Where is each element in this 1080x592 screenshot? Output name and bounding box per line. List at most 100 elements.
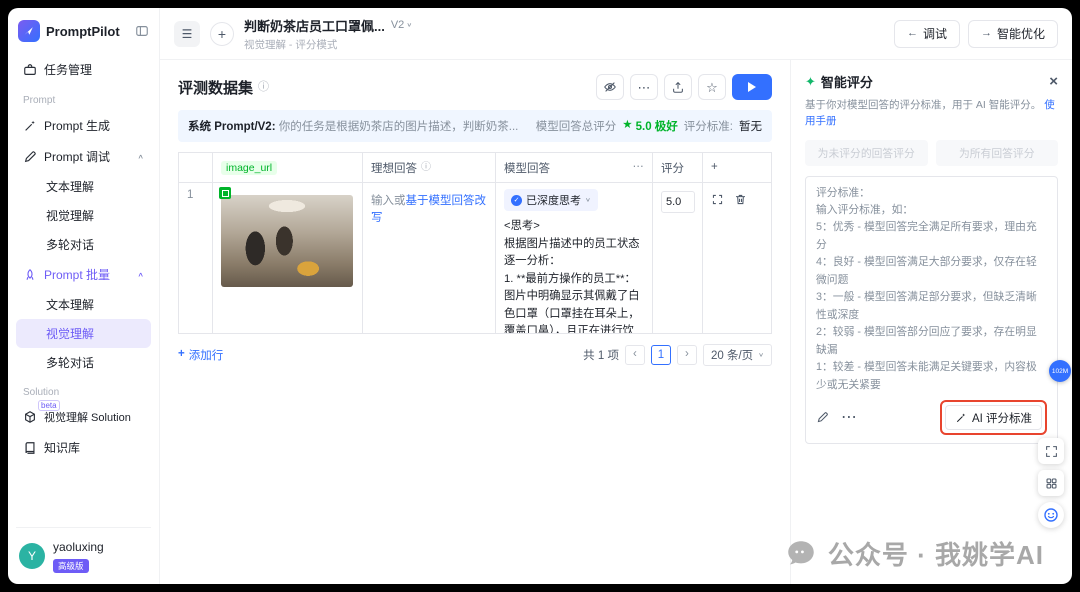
sidebar-subitem-debug-multiturn[interactable]: 多轮对话 bbox=[16, 230, 151, 259]
image-cell[interactable] bbox=[213, 183, 363, 333]
plan-badge: 高级版 bbox=[53, 559, 89, 573]
smart-scoring-panel: 智能评分 基于你对模型回答的评分标准，用于 AI 智能评分。 使用手册 为未评分… bbox=[790, 60, 1072, 584]
criteria-line: 2：较弱 - 模型回答部分回应了要求，存在明显缺漏 bbox=[816, 324, 1047, 359]
sidebar-subitem-debug-text[interactable]: 文本理解 bbox=[16, 172, 151, 201]
sidebar-subitem-debug-vision[interactable]: 视觉理解 bbox=[16, 201, 151, 230]
row-actions-cell bbox=[703, 183, 771, 333]
ai-criteria-button[interactable]: AI 评分标准 bbox=[945, 405, 1042, 430]
sidebar-item-prompt-batch[interactable]: Prompt 批量 bbox=[16, 259, 151, 290]
hide-columns-button[interactable] bbox=[596, 74, 624, 100]
chevron-down-icon bbox=[406, 21, 412, 29]
fullscreen-icon[interactable] bbox=[1038, 438, 1064, 464]
arrow-right-icon bbox=[981, 28, 992, 39]
system-prompt-bar[interactable]: 系统 Prompt/V2: 你的任务是根据奶茶店的图片描述，判断奶茶... 模型… bbox=[178, 110, 772, 142]
sidebar-collapse-icon[interactable] bbox=[135, 24, 149, 38]
info-icon bbox=[258, 82, 269, 93]
score-all-button[interactable]: 为所有回答评分 bbox=[936, 140, 1059, 166]
image-expand-icon[interactable] bbox=[219, 187, 231, 199]
debug-button[interactable]: 调试 bbox=[894, 20, 960, 48]
sidebar-item-label: 知识库 bbox=[44, 439, 80, 456]
sidebar-item-knowledge-base[interactable]: 知识库 bbox=[16, 432, 151, 463]
star-icon bbox=[622, 120, 632, 132]
answer-line: 根据图片描述中的员工状态逐一分析： bbox=[504, 236, 644, 271]
user-account[interactable]: Y yaoluxing 高级版 bbox=[16, 527, 151, 576]
deep-thinking-label: 已深度思考 bbox=[526, 192, 581, 208]
sidebar-item-task-management[interactable]: 任务管理 bbox=[16, 54, 151, 85]
model-answer-cell[interactable]: 已深度思考 <思考> 根据图片描述中的员工状态逐一分析： 1. **最前方操作的… bbox=[496, 183, 653, 333]
sidebar-subitem-batch-vision[interactable]: 视觉理解 bbox=[16, 319, 151, 348]
expand-row-icon[interactable] bbox=[711, 193, 724, 206]
column-ideal-answer[interactable]: 理想回答 bbox=[363, 153, 496, 182]
add-column-button[interactable] bbox=[703, 153, 771, 182]
page-1-button[interactable]: 1 bbox=[651, 345, 671, 365]
image-url-tag: image_url bbox=[221, 161, 277, 175]
edit-criteria-icon[interactable] bbox=[816, 411, 829, 424]
menu-icon[interactable] bbox=[174, 21, 200, 47]
run-button[interactable] bbox=[732, 74, 772, 100]
column-model-answer[interactable]: 模型回答 bbox=[496, 153, 653, 182]
next-page-button[interactable] bbox=[677, 345, 697, 365]
arrow-left-icon bbox=[907, 28, 918, 39]
dataset-section: 评测数据集 bbox=[160, 60, 790, 584]
table-row: 1 输入或基于模型回答改写 bbox=[179, 183, 771, 333]
main-region: 判断奶茶店员工口罩佩... V2 视觉理解 - 评分模式 调试 智能优化 bbox=[160, 8, 1072, 584]
app-title: PromptPilot bbox=[46, 24, 129, 39]
debug-button-label: 调试 bbox=[923, 25, 947, 42]
score-unscored-button[interactable]: 为未评分的回答评分 bbox=[805, 140, 928, 166]
promo-badge[interactable]: 102M bbox=[1049, 360, 1071, 382]
total-score-label: 模型回答总评分 bbox=[536, 118, 617, 134]
sidebar-item-prompt-debug[interactable]: Prompt 调试 bbox=[16, 141, 151, 172]
score-input[interactable] bbox=[661, 191, 695, 213]
sidebar-item-vision-solution[interactable]: beta 视觉理解 Solution bbox=[16, 402, 151, 432]
wand-icon bbox=[23, 119, 37, 133]
column-score[interactable]: 评分 bbox=[653, 153, 703, 182]
delete-row-icon[interactable] bbox=[734, 193, 747, 206]
close-panel-icon[interactable] bbox=[1049, 74, 1058, 89]
prev-page-button[interactable] bbox=[625, 345, 645, 365]
criteria-line: 1：较差 - 模型回答未能满足关键要求，内容极少或无关紧要 bbox=[816, 359, 1047, 394]
table-header: image_url 理想回答 模型回答 评分 bbox=[179, 153, 771, 183]
version-dropdown[interactable]: V2 bbox=[391, 19, 412, 31]
support-smiley-icon[interactable] bbox=[1038, 502, 1064, 528]
sidebar-section-prompt: Prompt bbox=[16, 85, 151, 110]
add-row-button[interactable]: 添加行 bbox=[178, 347, 223, 363]
sidebar-item-prompt-generate[interactable]: Prompt 生成 bbox=[16, 110, 151, 141]
sparkle-icon bbox=[805, 75, 816, 88]
criteria-more-icon[interactable] bbox=[841, 410, 857, 426]
version-label: V2 bbox=[391, 19, 404, 31]
apps-grid-icon[interactable] bbox=[1038, 470, 1064, 496]
export-button[interactable] bbox=[664, 74, 692, 100]
sidebar-subitem-batch-multiturn[interactable]: 多轮对话 bbox=[16, 348, 151, 377]
score-header-label: 评分 bbox=[661, 160, 684, 176]
column-image-url[interactable]: image_url bbox=[213, 153, 363, 182]
chevron-down-icon bbox=[758, 351, 764, 359]
deep-thinking-toggle[interactable]: 已深度思考 bbox=[504, 189, 598, 211]
check-circle-icon bbox=[511, 195, 522, 206]
user-name: yaoluxing bbox=[53, 540, 104, 554]
page-size-select[interactable]: 20 条/页 bbox=[703, 344, 772, 366]
total-score-value: 5.0 极好 bbox=[636, 118, 678, 134]
criteria-line: 输入评分标准，如： bbox=[816, 202, 1047, 219]
criteria-textarea[interactable]: 评分标准： 输入评分标准，如： 5：优秀 - 模型回答完全满足所有要求，理由充分… bbox=[805, 176, 1058, 445]
page-size-label: 20 条/页 bbox=[711, 347, 753, 363]
more-actions-button[interactable] bbox=[630, 74, 658, 100]
topbar: 判断奶茶店员工口罩佩... V2 视觉理解 - 评分模式 调试 智能优化 bbox=[160, 8, 1072, 60]
avatar: Y bbox=[19, 543, 45, 569]
book-icon bbox=[23, 441, 37, 455]
favorite-button[interactable] bbox=[698, 74, 726, 100]
panel-description: 基于你对模型回答的评分标准，用于 AI 智能评分。 bbox=[805, 99, 1041, 111]
score-cell bbox=[653, 183, 703, 333]
dataset-table: image_url 理想回答 模型回答 评分 1 bbox=[178, 152, 772, 334]
smart-optimize-button[interactable]: 智能优化 bbox=[968, 20, 1058, 48]
sidebar-item-label: Prompt 批量 bbox=[44, 266, 110, 283]
add-task-button[interactable] bbox=[210, 22, 234, 46]
column-menu-icon[interactable] bbox=[633, 162, 645, 174]
sidebar-subitem-batch-text[interactable]: 文本理解 bbox=[16, 290, 151, 319]
task-subtitle: 视觉理解 - 评分模式 bbox=[244, 37, 412, 52]
answer-line: 1. **最前方操作的员工**：图片中明确显示其佩戴了白色口罩（口罩挂在耳朵上，… bbox=[504, 271, 644, 334]
cube-icon bbox=[23, 410, 37, 424]
row-image-thumbnail[interactable] bbox=[221, 195, 353, 287]
logo-row: PromptPilot bbox=[16, 18, 151, 54]
ideal-answer-cell[interactable]: 输入或基于模型回答改写 bbox=[363, 183, 496, 333]
sidebar-item-label: 视觉理解 Solution bbox=[44, 409, 131, 425]
